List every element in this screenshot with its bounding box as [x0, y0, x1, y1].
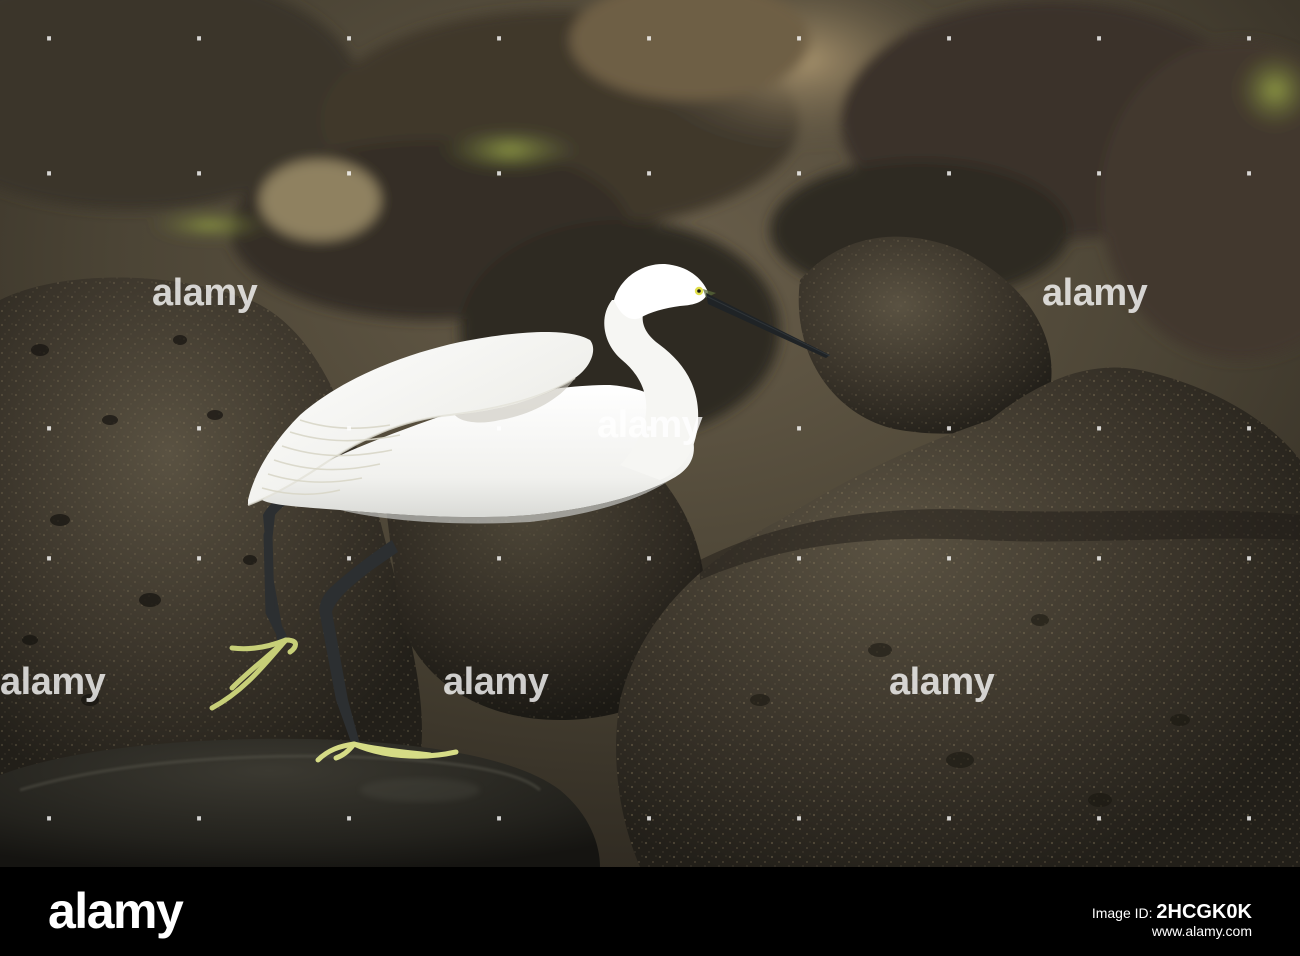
image-id-line: Image ID: 2HCGK0K	[932, 901, 1252, 923]
brand-logo[interactable]: alamy	[48, 883, 184, 939]
site-url[interactable]: www.alamy.com	[932, 922, 1252, 940]
footer-bar: alamy Image ID: 2HCGK0K www.alamy.com	[0, 867, 1300, 956]
image-id-label: Image ID:	[1091, 905, 1153, 921]
photo: · · · · · · · · · · · · · · · · · · · · …	[0, 0, 1300, 867]
stock-photo-page: · · · · · · · · · · · · · · · · · · · · …	[0, 0, 1300, 956]
photo-canvas	[0, 0, 1300, 867]
image-id-block: Image ID: 2HCGK0K www.alamy.com	[932, 901, 1252, 940]
image-id-value: 2HCGK0K	[1156, 901, 1252, 923]
